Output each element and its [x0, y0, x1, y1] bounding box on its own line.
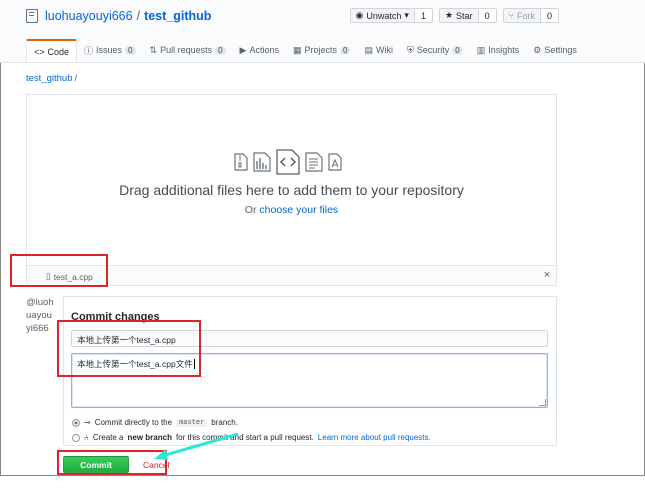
breadcrumb-separator: / — [74, 73, 78, 84]
radio-direct-commit[interactable] — [72, 418, 80, 427]
tab-insights[interactable]: ▥ Insights — [470, 39, 527, 61]
tab-settings[interactable]: ⚙ Settings — [526, 39, 584, 61]
tab-label: Issues — [96, 45, 123, 55]
book-icon: ▤ — [364, 44, 373, 55]
breadcrumb: test_github / — [26, 73, 77, 84]
star-icon: ★ — [444, 10, 454, 20]
branch-name-badge: master — [176, 418, 208, 427]
unwatch-button[interactable]: ◉ Unwatch ▾ — [349, 8, 415, 23]
repo-name-link[interactable]: test_github — [144, 9, 211, 23]
file-zip-icon — [234, 153, 248, 171]
tab-counter: 0 — [340, 45, 351, 55]
fork-icon: ⑂ — [508, 10, 514, 21]
file-pdf-icon — [328, 153, 342, 171]
tab-counter: 0 — [125, 45, 136, 55]
choose-or-text: Or — [244, 204, 257, 216]
commit-option-new-branch[interactable]: ⑃ Create a new branch for this commit an… — [72, 433, 431, 442]
issue-icon: ⓘ — [84, 45, 94, 56]
repo-owner-link[interactable]: luohuayouyi666 — [45, 9, 133, 23]
breadcrumb-repo-link[interactable]: test_github — [26, 73, 72, 84]
avatar: @luohuayouyi666 — [26, 297, 54, 334]
repo-book-icon — [26, 9, 38, 23]
file-text-icon — [305, 152, 323, 172]
tab-counter: 0 — [215, 45, 226, 55]
annotation-box-file — [10, 254, 108, 287]
file-code-icon — [276, 149, 300, 175]
option-direct-suffix: branch. — [211, 418, 238, 427]
commit-icon: ⊸ — [84, 418, 91, 427]
repo-actions: ◉ Unwatch ▾ 1 ★ Star 0 ⑂ Fork 0 — [349, 8, 559, 23]
choose-files-line: Or choose your files — [27, 204, 556, 216]
tab-security[interactable]: ⛨ Security 0 — [400, 39, 470, 61]
option-direct-text: Commit directly to the — [94, 418, 173, 427]
tab-label: Projects — [304, 45, 338, 55]
fork-button[interactable]: ⑂ Fork — [502, 8, 541, 23]
fork-button-group: ⑂ Fork 0 — [502, 8, 559, 23]
learn-more-link[interactable]: Learn more about pull requests. — [318, 433, 431, 442]
repo-title-separator: / — [136, 9, 141, 23]
eye-icon: ◉ — [355, 10, 364, 20]
watch-button-group: ◉ Unwatch ▾ 1 — [349, 8, 433, 23]
tab-issues[interactable]: ⓘ Issues 0 — [77, 39, 142, 61]
fork-label: Fork — [516, 10, 535, 21]
choose-files-link[interactable]: choose your files — [259, 204, 338, 216]
commit-option-direct[interactable]: ⊸ Commit directly to the master branch. — [72, 418, 238, 427]
tab-code[interactable]: <> Code — [26, 39, 78, 62]
star-label: Star — [456, 10, 473, 21]
tab-wiki[interactable]: ▤ Wiki — [357, 39, 400, 61]
gear-icon: ⚙ — [533, 44, 542, 55]
remove-file-icon[interactable]: × — [544, 269, 550, 281]
annotation-box-message — [57, 320, 201, 377]
shield-icon: ⛨ — [406, 44, 414, 55]
tab-label: Actions — [249, 45, 279, 55]
tab-label: Security — [416, 45, 450, 55]
tab-pull-requests[interactable]: ⇅ Pull requests 0 — [143, 39, 233, 61]
chevron-down-icon: ▾ — [404, 10, 409, 20]
resize-handle-icon[interactable] — [539, 399, 546, 406]
repo-nav-tabs: <> Code ⓘ Issues 0 ⇅ Pull requests 0 ▶ A… — [26, 39, 584, 62]
file-type-icons — [234, 149, 342, 175]
drop-zone-headline: Drag additional files here to add them t… — [119, 182, 464, 198]
tab-label: Insights — [488, 45, 520, 55]
pull-request-icon: ⇅ — [149, 44, 158, 55]
option-branch-text: Create a — [92, 433, 124, 442]
play-icon: ▶ — [239, 44, 247, 55]
graph-icon: ▥ — [476, 44, 486, 55]
tab-label: Settings — [544, 45, 577, 55]
unwatch-label: Unwatch — [366, 10, 402, 21]
tab-counter: 0 — [452, 45, 463, 55]
annotation-arrow-icon — [154, 432, 239, 460]
watchers-count[interactable]: 1 — [414, 8, 433, 23]
star-button-group: ★ Star 0 — [438, 8, 497, 23]
file-chart-icon — [253, 152, 271, 172]
tab-actions[interactable]: ▶ Actions — [233, 39, 286, 61]
tab-label: Pull requests — [160, 45, 213, 55]
project-icon: ▦ — [292, 44, 302, 55]
tab-projects[interactable]: ▦ Projects 0 — [286, 39, 357, 61]
star-button[interactable]: ★ Star — [438, 8, 479, 23]
file-drop-zone[interactable]: Drag additional files here to add them t… — [26, 94, 557, 266]
tab-label: Code — [47, 46, 70, 57]
repo-title: luohuayouyi666 / test_github — [26, 9, 211, 23]
stars-count[interactable]: 0 — [478, 8, 497, 23]
radio-new-branch[interactable] — [72, 433, 80, 442]
code-icon: <> — [34, 46, 45, 57]
forks-count[interactable]: 0 — [540, 8, 559, 23]
repo-header: luohuayouyi666 / test_github ◉ Unwatch ▾… — [0, 0, 645, 63]
pull-request-icon: ⑃ — [84, 433, 89, 442]
tab-label: Wiki — [375, 45, 393, 55]
